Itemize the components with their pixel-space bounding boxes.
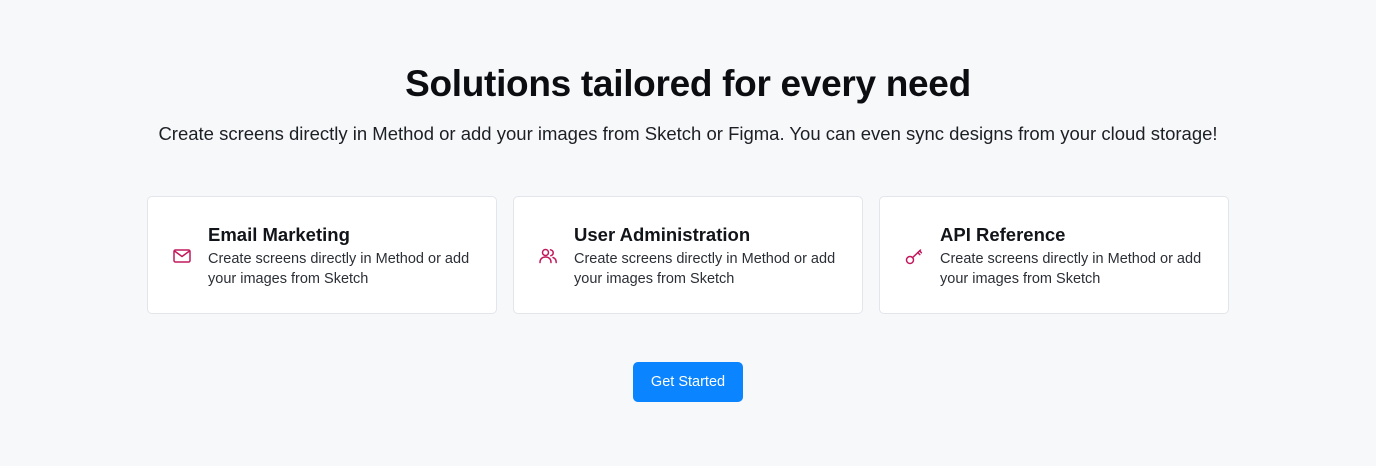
section-subtitle: Create screens directly in Method or add… [158,123,1218,144]
section-title: Solutions tailored for every need [405,63,971,104]
feature-card-user-administration[interactable]: User Administration Create screens direc… [513,196,863,314]
key-icon [904,246,924,266]
feature-card-api-reference[interactable]: API Reference Create screens directly in… [879,196,1229,314]
feature-title: User Administration [574,224,751,245]
feature-cards: Email Marketing Create screens directly … [147,196,1229,314]
solutions-section: Solutions tailored for every need Create… [0,0,1376,466]
feature-description: Create screens directly in Method or add… [208,251,470,287]
get-started-button[interactable]: Get Started [633,362,743,402]
feature-title: Email Marketing [208,224,350,245]
feature-description: Create screens directly in Method or add… [574,251,836,287]
feature-title: API Reference [940,224,1066,245]
mail-icon [172,246,192,266]
feature-description: Create screens directly in Method or add… [940,251,1202,287]
users-icon [538,246,558,266]
feature-card-email-marketing[interactable]: Email Marketing Create screens directly … [147,196,497,314]
